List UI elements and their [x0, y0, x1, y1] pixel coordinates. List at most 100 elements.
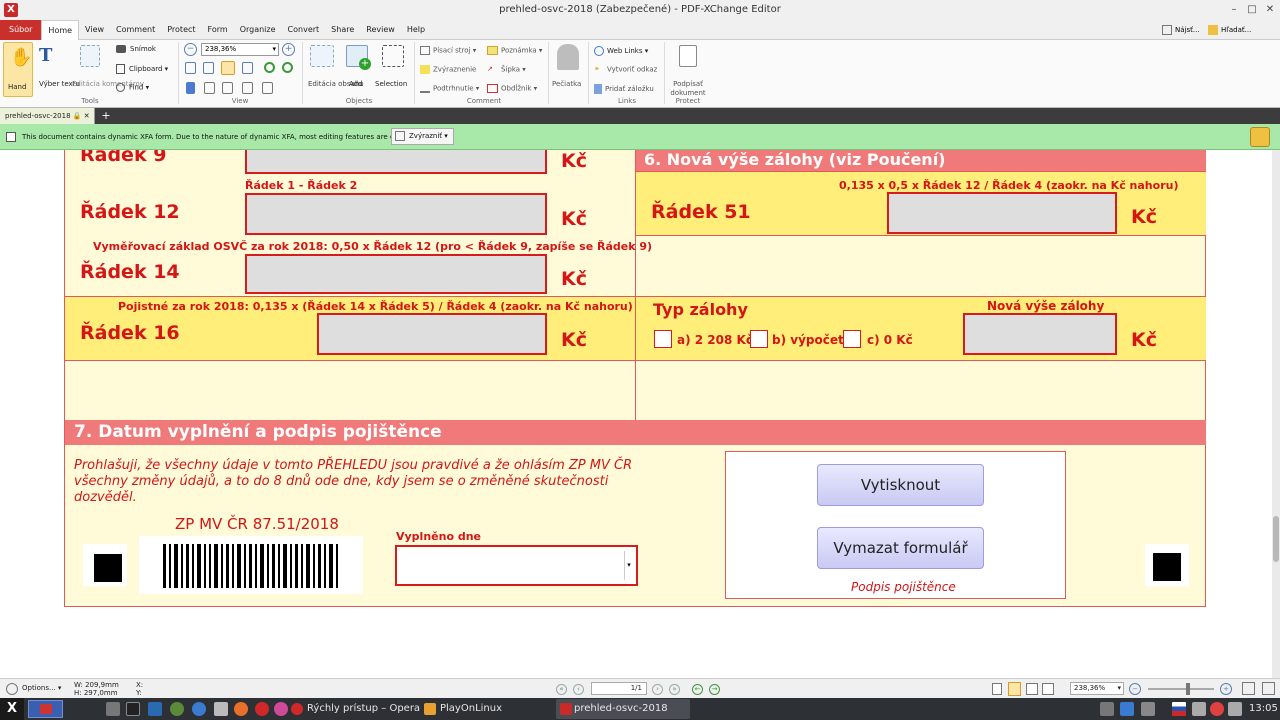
- layers-icon[interactable]: [262, 82, 273, 94]
- scrollbar-thumb[interactable]: [1273, 516, 1279, 562]
- menu-form[interactable]: Form: [202, 20, 234, 40]
- status-zoom-out-icon[interactable]: −: [1129, 683, 1141, 695]
- single-page-icon[interactable]: [992, 683, 1002, 695]
- paperclip-icon[interactable]: [242, 82, 253, 94]
- arrow-button[interactable]: ↗ Šípka ▾: [487, 65, 526, 75]
- status-zoom-in-icon[interactable]: +: [1220, 683, 1232, 695]
- edit-comments-button[interactable]: Editácia komentárov: [70, 42, 144, 97]
- menu-comment[interactable]: Comment: [110, 20, 161, 40]
- underline-button[interactable]: Podtrhnutie ▾: [420, 84, 479, 94]
- zoom-out-icon[interactable]: −: [184, 43, 197, 56]
- security-shield-icon[interactable]: [1250, 127, 1270, 147]
- continuous-icon[interactable]: [1008, 682, 1021, 696]
- fit-width-icon[interactable]: [221, 61, 235, 75]
- tray-clipboard-icon[interactable]: [1141, 702, 1155, 716]
- flag-icon[interactable]: [148, 702, 162, 716]
- next-page-icon[interactable]: ›: [652, 684, 663, 695]
- row16-field[interactable]: [317, 313, 547, 355]
- forward-icon[interactable]: →: [709, 684, 720, 695]
- first-page-icon[interactable]: «: [556, 684, 567, 695]
- add-button[interactable]: + Add: [342, 42, 374, 97]
- zoom-combo[interactable]: 238,36% ▾: [201, 43, 279, 56]
- taskbar-pdfx[interactable]: prehled-osvc-2018 (Zab...: [556, 699, 690, 719]
- menu-view[interactable]: View: [79, 20, 110, 40]
- tab-close-icon[interactable]: ✕: [84, 112, 90, 120]
- status-zoom-combo[interactable]: 238,36% ▾: [1070, 682, 1124, 695]
- stamp-button[interactable]: Pečiatka: [550, 42, 586, 97]
- maximize-icon[interactable]: □: [1244, 2, 1260, 18]
- hand-tool-button[interactable]: ✋ Hand: [3, 42, 33, 97]
- options-button[interactable]: Options... ▾: [22, 684, 68, 696]
- file-manager-icon[interactable]: [106, 702, 120, 716]
- power-icon[interactable]: [1210, 702, 1224, 716]
- rotate-right-icon[interactable]: [282, 62, 293, 73]
- snapshot-button[interactable]: Snímok: [116, 45, 156, 54]
- back-icon[interactable]: ←: [692, 684, 703, 695]
- firefox-icon[interactable]: [234, 702, 248, 716]
- taskbar-opera[interactable]: Rýchly prístup – Opera: [291, 701, 420, 717]
- add-bookmark-button[interactable]: Pridať záložku: [594, 84, 654, 94]
- fullscreen-icon[interactable]: [1242, 682, 1255, 695]
- last-page-icon[interactable]: »: [669, 684, 680, 695]
- bookmark-icon[interactable]: [186, 82, 195, 94]
- sun-icon[interactable]: [274, 702, 288, 716]
- row9-field[interactable]: [245, 150, 547, 174]
- text-editor-icon[interactable]: [214, 702, 228, 716]
- menu-organize[interactable]: Organize: [234, 20, 282, 40]
- battery-icon[interactable]: [1228, 702, 1242, 716]
- keyboard-layout-icon[interactable]: [1172, 702, 1186, 716]
- rectangle-button[interactable]: Obdĺžnik ▾: [487, 84, 537, 94]
- tab-document[interactable]: prehled-osvc-2018 🔒 ✕: [0, 108, 95, 124]
- clipboard-button[interactable]: Clipboard ▾: [116, 64, 168, 74]
- find-button[interactable]: Nájsť...: [1162, 22, 1208, 38]
- minimize-icon[interactable]: –: [1226, 2, 1242, 18]
- desktop-pager[interactable]: [28, 700, 63, 718]
- zoom-slider-handle[interactable]: [1186, 683, 1190, 695]
- options-gear-icon[interactable]: [6, 683, 18, 695]
- find-tool-button[interactable]: Find ▾: [116, 83, 149, 93]
- taskbar-playonlinux[interactable]: PlayOnLinux: [424, 701, 502, 717]
- menu-file[interactable]: Súbor: [0, 20, 42, 40]
- search-button[interactable]: Hľadať...: [1208, 22, 1260, 38]
- highlight-button[interactable]: Zvýraznenie: [420, 65, 476, 75]
- option-c-checkbox[interactable]: [843, 330, 861, 348]
- start-menu-icon[interactable]: X: [0, 698, 24, 720]
- edit-content-button[interactable]: Editácia obsahu: [306, 42, 364, 97]
- select-text-button[interactable]: T Výber textu: [37, 42, 80, 97]
- tray-network-icon[interactable]: [1120, 702, 1134, 716]
- selection-button[interactable]: Selection: [374, 42, 412, 97]
- highlight-fields-button[interactable]: Zvýrazniť ▾: [391, 128, 454, 145]
- menu-protect[interactable]: Protect: [161, 20, 201, 40]
- menu-help[interactable]: Help: [401, 20, 431, 40]
- row14-field[interactable]: [245, 254, 547, 294]
- prev-page-icon[interactable]: ‹: [573, 684, 584, 695]
- page-number-input[interactable]: 1/1: [591, 682, 647, 695]
- sign-document-button[interactable]: Podpísať dokument: [668, 42, 708, 97]
- app-launcher-icon[interactable]: [170, 702, 184, 716]
- row12-field[interactable]: [245, 193, 547, 235]
- print-button[interactable]: Vytisknout: [817, 464, 984, 506]
- date-dropdown-icon[interactable]: ▾: [624, 551, 633, 580]
- menu-home[interactable]: Home: [41, 20, 80, 40]
- fit-page-icon[interactable]: [203, 62, 214, 74]
- filled-date-field[interactable]: ▾: [395, 545, 638, 586]
- new-tab-button[interactable]: +: [100, 108, 112, 124]
- actual-size-icon[interactable]: [185, 62, 196, 74]
- note-button[interactable]: Poznámka ▾: [487, 46, 542, 56]
- row51-field[interactable]: [887, 192, 1117, 234]
- attachments-icon[interactable]: [222, 82, 233, 94]
- panel-icon[interactable]: [1262, 682, 1275, 695]
- option-b-checkbox[interactable]: [750, 330, 768, 348]
- vertical-scrollbar[interactable]: [1272, 150, 1280, 678]
- menu-review[interactable]: Review: [360, 20, 401, 40]
- zoom-slider[interactable]: [1148, 683, 1214, 695]
- tray-display-icon[interactable]: [1100, 702, 1114, 716]
- menu-share[interactable]: Share: [325, 20, 360, 40]
- typewriter-button[interactable]: Písací stroj ▾: [420, 46, 476, 56]
- opera-icon[interactable]: [255, 702, 269, 716]
- create-link-button[interactable]: ⚭ Vytvoriť odkaz: [594, 65, 657, 75]
- web-links-button[interactable]: Web Links ▾: [594, 46, 648, 56]
- terminal-icon[interactable]: [126, 702, 140, 716]
- close-icon[interactable]: ✕: [1262, 2, 1278, 18]
- menu-convert[interactable]: Convert: [282, 20, 326, 40]
